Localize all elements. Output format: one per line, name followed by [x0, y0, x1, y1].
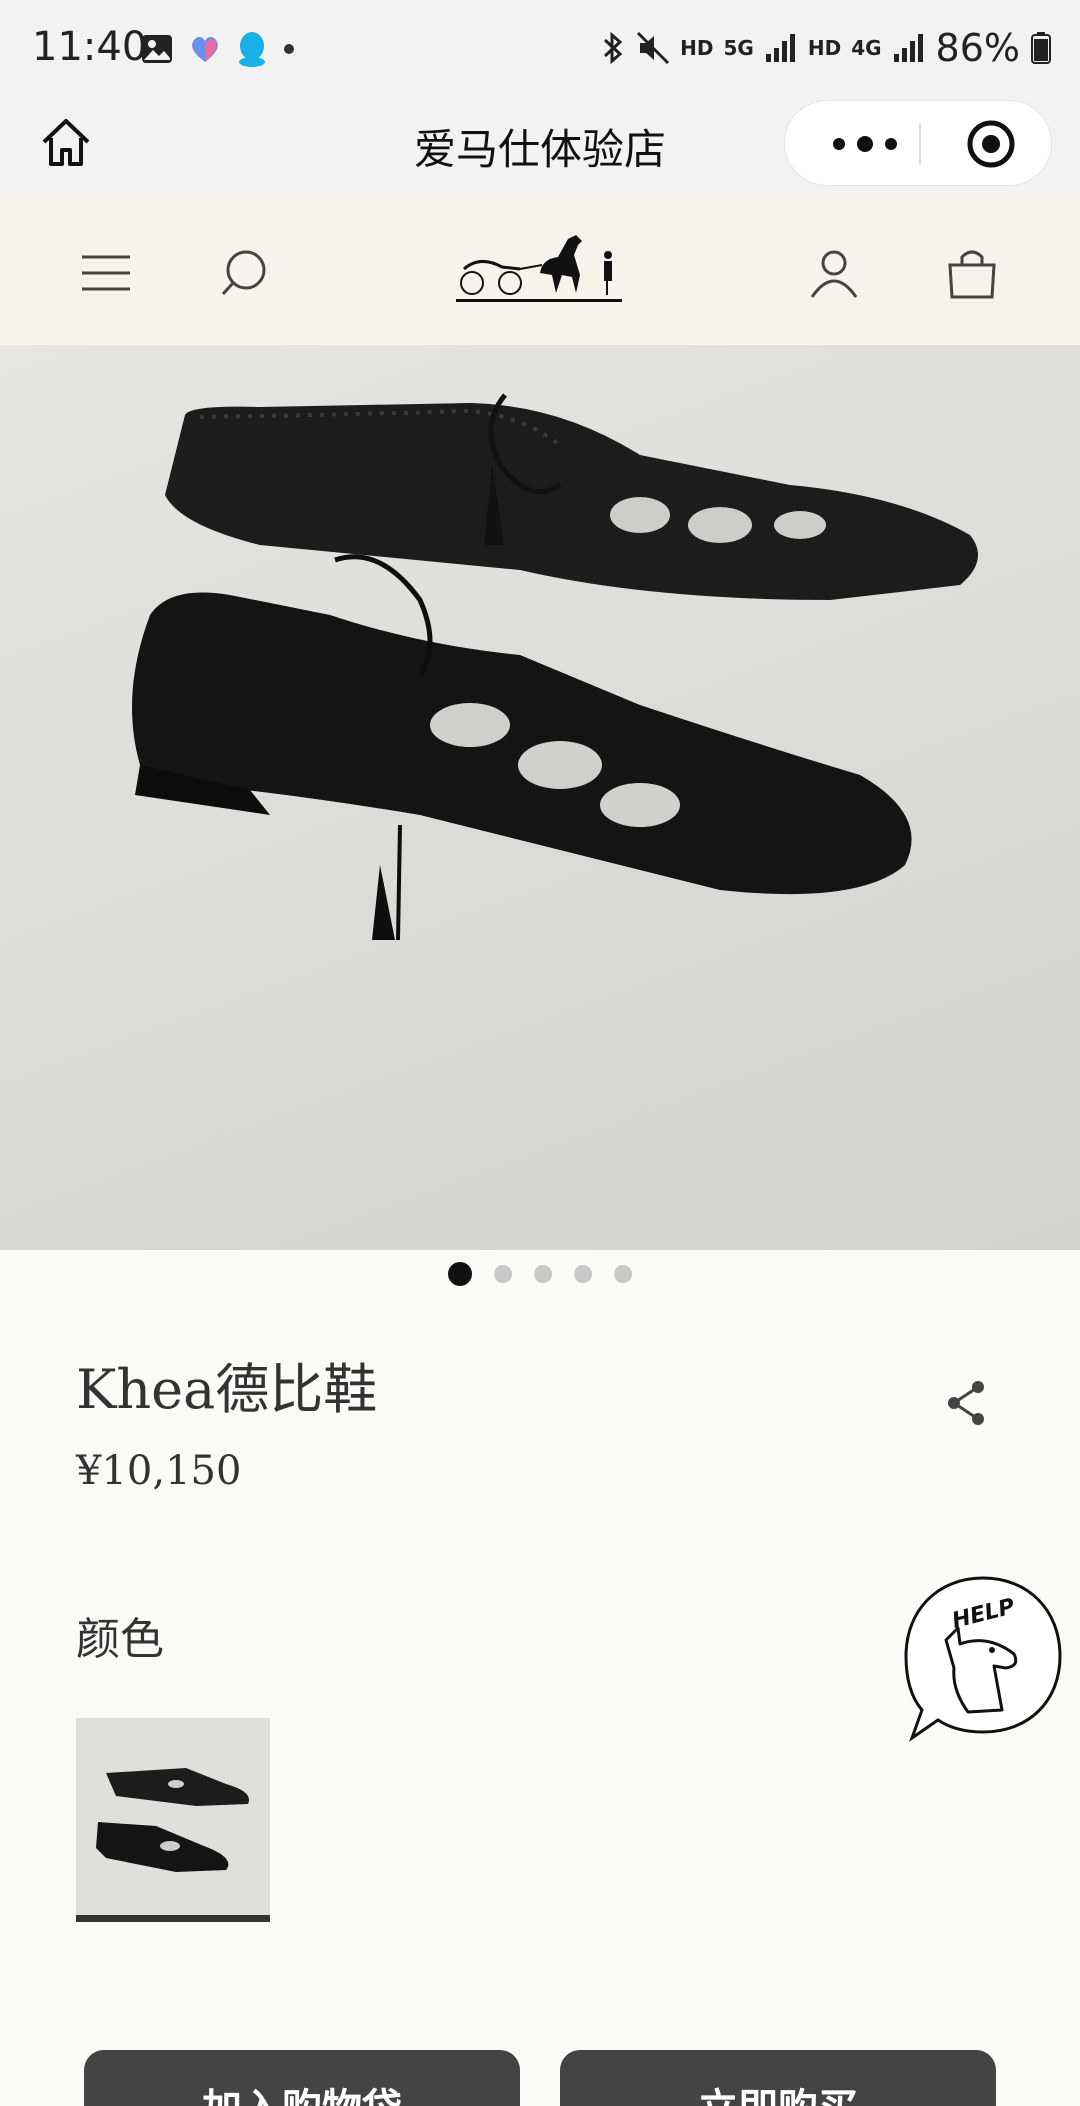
carousel-dot[interactable]	[534, 1265, 552, 1283]
swatch-thumbnail	[96, 1768, 250, 1872]
bluetooth-icon	[604, 31, 623, 65]
product-price: ¥10,150	[76, 1448, 242, 1494]
hd-label-2: HD	[807, 36, 842, 60]
buy-now-button[interactable]: 立即购买	[560, 2050, 996, 2106]
account-icon[interactable]	[804, 243, 864, 303]
shopping-bag-icon[interactable]	[942, 243, 1002, 303]
more-icon[interactable]	[815, 119, 915, 169]
network-4g: 4G	[851, 36, 882, 60]
qq-icon	[239, 32, 265, 67]
signal-icon	[765, 34, 795, 62]
hermes-logo[interactable]	[450, 225, 630, 305]
carousel-indicator	[0, 1262, 1080, 1286]
battery-icon	[1031, 32, 1051, 64]
search-icon[interactable]	[216, 243, 276, 303]
title-bar: 爱马仕体验店	[0, 100, 1080, 195]
carousel-dot[interactable]	[448, 1262, 472, 1286]
mini-program-capsule	[784, 100, 1052, 186]
carousel-dot[interactable]	[574, 1265, 592, 1283]
gallery-icon	[142, 35, 172, 63]
dot-icon	[284, 44, 294, 54]
close-miniprogram-icon[interactable]	[965, 118, 1017, 170]
share-icon[interactable]	[944, 1378, 988, 1428]
status-time: 11:40	[32, 24, 148, 70]
signal-icon-2	[893, 34, 923, 62]
hd-label-1: HD	[680, 36, 714, 60]
capsule-divider	[919, 123, 921, 165]
site-header	[0, 195, 1080, 345]
network-5g: 5G	[723, 36, 754, 60]
color-label: 颜色	[76, 1614, 164, 1665]
color-swatch-black[interactable]	[76, 1718, 270, 1922]
status-bar: 11:40 HD 5G HD 4G 86%	[0, 0, 1080, 100]
mute-icon	[637, 31, 670, 65]
heart-app-icon	[192, 37, 218, 62]
menu-icon[interactable]	[76, 243, 136, 303]
battery-percent: 86%	[935, 26, 1020, 70]
carousel-dot[interactable]	[494, 1265, 512, 1283]
help-chat-button[interactable]: HELP	[898, 1570, 1068, 1750]
add-to-bag-button[interactable]: 加入购物袋	[84, 2050, 520, 2106]
product-image[interactable]	[0, 345, 1080, 1250]
product-name: Khea德比鞋	[76, 1358, 378, 1421]
carousel-dot[interactable]	[614, 1265, 632, 1283]
product-shoes-image	[132, 393, 978, 941]
